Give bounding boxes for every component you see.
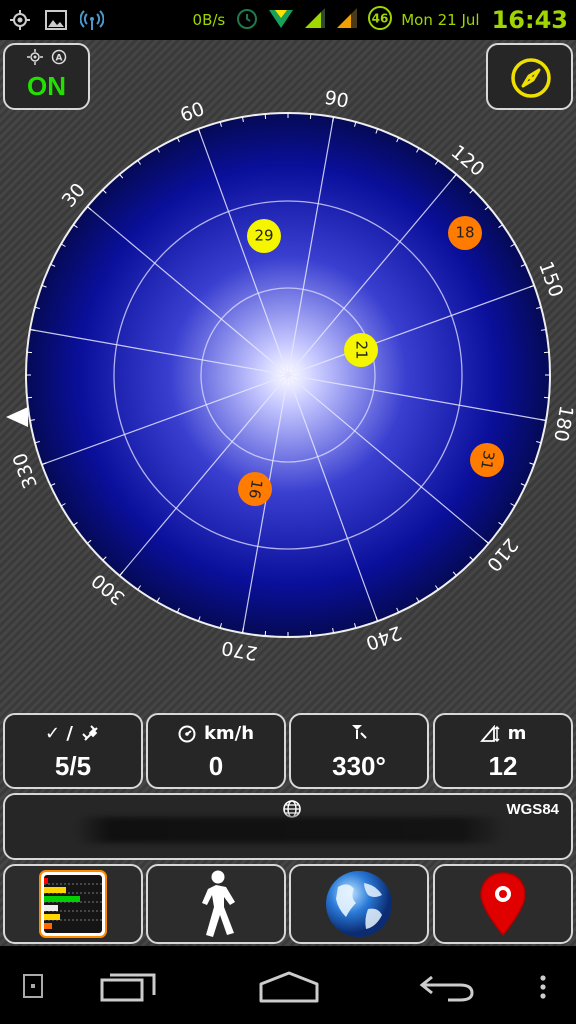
network-46-icon: 46 — [367, 5, 393, 35]
speed-card[interactable]: km/h 0 — [146, 713, 286, 789]
bearing-label: 270 — [220, 636, 260, 664]
satellite-marker: 16 — [238, 472, 272, 506]
signal-bars-button[interactable] — [3, 864, 143, 944]
satellite-prn-label: 18 — [455, 224, 474, 242]
speedometer-icon — [178, 725, 196, 742]
svg-text:46: 46 — [372, 12, 389, 26]
satellites-used-value: 5/5 — [54, 751, 92, 781]
satellite-marker: 21 — [344, 333, 378, 367]
speed-unit: km/h — [203, 723, 255, 744]
satellite-marker: 29 — [247, 219, 281, 253]
recent-apps-icon[interactable] — [100, 972, 158, 1002]
coordinates-value-redacted — [75, 817, 505, 843]
bearing-label: 180 — [549, 404, 576, 444]
map-pin-button[interactable] — [433, 864, 573, 944]
bearing-label: 60 — [177, 98, 207, 127]
walking-button[interactable] — [146, 864, 286, 944]
speed-value: 0 — [208, 751, 224, 781]
home-icon[interactable] — [258, 970, 320, 1004]
signal-sim2-icon — [335, 6, 359, 34]
heading-card-header — [291, 723, 427, 741]
coordinates-card[interactable]: WGS84 — [3, 793, 573, 860]
satellite-prn-label: 29 — [254, 227, 273, 245]
satellites-card-head-label: ✓ / — [45, 723, 73, 744]
satellite-marker: 18 — [448, 216, 482, 250]
status-right-group: 0B/s 46 Mon 21 Jul 16:43 — [193, 5, 568, 35]
bearing-label: 150 — [534, 259, 567, 301]
globe-button[interactable] — [289, 864, 429, 944]
bearing-label: 240 — [363, 621, 405, 654]
data-transfer-icon — [267, 6, 295, 34]
heading-satellite-icon — [352, 725, 367, 739]
altitude-value: 12 — [488, 751, 518, 781]
signal-sim1-icon — [303, 6, 327, 34]
north-marker-icon — [6, 407, 28, 427]
svg-text:A: A — [56, 54, 63, 64]
image-notification-icon — [44, 8, 68, 32]
satellite-prn-label: 21 — [353, 340, 371, 359]
datum-label: WGS84 — [506, 801, 559, 818]
satellites-card[interactable]: ✓ / 5/5 — [3, 713, 143, 789]
satellite-sky-view[interactable]: 901201501802102402703003303060 29 1821311… — [0, 90, 576, 680]
satellite-marker: 31 — [470, 443, 504, 477]
satellite-icon — [27, 49, 43, 65]
satellites-card-header: ✓ / — [5, 723, 141, 744]
walking-person-icon — [202, 870, 235, 937]
status-time: 16:43 — [491, 6, 568, 34]
speed-card-header: km/h — [148, 723, 284, 744]
heading-card[interactable]: 330° — [289, 713, 429, 789]
alarm-icon — [235, 6, 259, 34]
satellite-prn-label: 31 — [477, 449, 498, 471]
bearing-label: 330 — [9, 450, 42, 492]
back-icon[interactable] — [418, 972, 476, 1002]
altitude-card-header: m — [435, 723, 571, 744]
network-speed: 0B/s — [192, 11, 226, 29]
bearing-label: 90 — [323, 90, 351, 113]
gps-status-icon — [8, 8, 32, 32]
recent-sim-icon[interactable] — [22, 973, 44, 999]
gps-mode-icons: A — [27, 49, 67, 65]
app-root: 0B/s 46 Mon 21 Jul 16:43 A ON 90 120 150… — [0, 0, 576, 1024]
map-pin-icon — [480, 872, 526, 937]
satellite-prn-label: 16 — [245, 478, 266, 500]
globe-small-icon — [283, 800, 301, 818]
altitude-card[interactable]: m 12 — [433, 713, 573, 789]
signal-bars-icon — [39, 870, 107, 938]
altitude-icon — [479, 724, 500, 742]
auto-icon: A — [51, 49, 67, 65]
status-date: Mon 21 Jul — [401, 11, 480, 29]
bearing-label: 30 — [58, 179, 90, 212]
overflow-menu-icon[interactable] — [538, 974, 548, 1000]
globe-icon — [326, 871, 392, 937]
status-bar: 0B/s 46 Mon 21 Jul 16:43 — [0, 0, 576, 40]
satellite-dish-icon — [82, 724, 98, 741]
system-navigation-bar — [0, 946, 576, 1024]
altitude-unit: m — [507, 723, 527, 744]
wifi-hotspot-icon — [80, 8, 104, 32]
heading-value: 330° — [332, 751, 386, 781]
